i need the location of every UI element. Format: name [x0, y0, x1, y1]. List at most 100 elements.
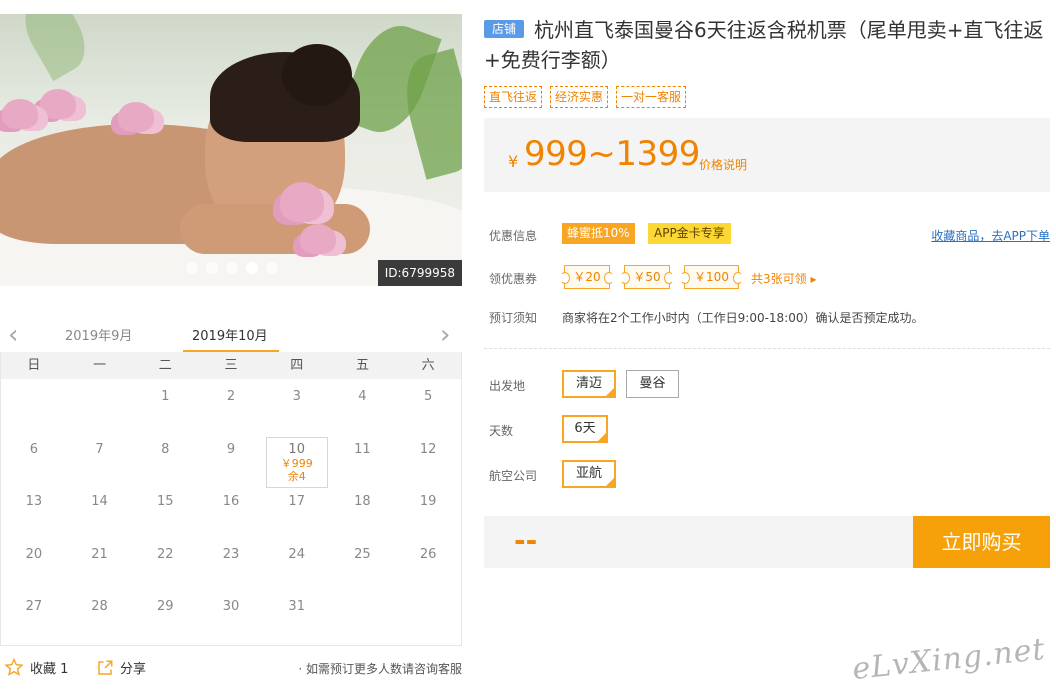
- weekday-header: 日: [27, 358, 41, 373]
- calendar-day-number: 23: [222, 546, 240, 562]
- section-divider: [484, 348, 1050, 349]
- calendar-day[interactable]: 13: [1, 484, 67, 537]
- departure-label: 出发地: [489, 379, 526, 393]
- airline-label: 航空公司: [489, 469, 538, 483]
- calendar-day-number: 2: [226, 389, 236, 404]
- share-button[interactable]: 分享: [96, 658, 146, 677]
- calendar-day[interactable]: 31: [264, 589, 330, 642]
- calendar-day[interactable]: 20: [1, 537, 67, 590]
- promo-label: 优惠信息: [489, 229, 538, 243]
- calendar-day[interactable]: 23: [198, 537, 264, 590]
- calendar-day[interactable]: 16: [198, 484, 264, 537]
- calendar-day[interactable]: 24: [264, 537, 330, 590]
- orchid-flower: [118, 102, 154, 132]
- price-range: 999~1399: [524, 134, 700, 174]
- calendar-day[interactable]: 6: [1, 432, 67, 485]
- calendar-day[interactable]: 21: [67, 537, 133, 590]
- favorite-button[interactable]: 收藏 1: [4, 658, 68, 677]
- consult-hint[interactable]: · 如需预订更多人数请咨询客服: [298, 660, 462, 677]
- model-arm: [180, 204, 370, 254]
- notice-text: 商家将在2个工作小时内（工作日9:00-18:00）确认是否预定成功。: [562, 311, 924, 325]
- calendar-day-number: 1: [161, 389, 170, 404]
- calendar-day[interactable]: 29: [132, 589, 198, 642]
- product-id-tag: ID:6799958: [377, 260, 462, 286]
- days-option-6[interactable]: 6天: [562, 415, 608, 443]
- favorite-label: 收藏 1: [30, 662, 69, 677]
- departure-option-chiangmai[interactable]: 清迈: [562, 370, 616, 398]
- calendar-day[interactable]: 12: [395, 432, 461, 485]
- calendar-day[interactable]: 22: [132, 537, 198, 590]
- share-label: 分享: [120, 662, 147, 677]
- purchase-bar: -- 立即购买: [484, 516, 1050, 568]
- calendar-day[interactable]: 4: [330, 379, 396, 432]
- weekday-header: 六: [421, 358, 435, 373]
- gallery-pagination: [186, 262, 278, 274]
- calendar-day[interactable]: 8: [132, 432, 198, 485]
- coupon-count-link[interactable]: 共3张可领 ▸: [751, 270, 816, 287]
- weekday-header: 四: [290, 358, 304, 373]
- departure-option-bangkok[interactable]: 曼谷: [626, 370, 679, 398]
- chevron-left-icon[interactable]: ‹: [8, 322, 18, 348]
- share-icon: [98, 660, 113, 675]
- calendar-day-number: 26: [419, 546, 437, 562]
- calendar-day[interactable]: 28: [67, 589, 133, 642]
- calendar-day[interactable]: 14: [67, 484, 133, 537]
- calendar-day[interactable]: 26: [395, 537, 461, 590]
- price-explain-link[interactable]: 价格说明: [699, 156, 747, 173]
- calendar-day[interactable]: 2: [198, 379, 264, 432]
- site-watermark: eLvXing.net: [850, 631, 1048, 688]
- calendar-day[interactable]: 7: [67, 432, 133, 485]
- calendar-day-number: 11: [354, 441, 371, 457]
- coupon-50[interactable]: ￥50: [620, 265, 674, 289]
- calendar-day-stock: 余4: [287, 469, 306, 483]
- gallery-dot[interactable]: [186, 262, 198, 274]
- product-tag: 经济实惠: [550, 86, 609, 108]
- calendar-day-number: 13: [25, 494, 43, 509]
- calendar-day-empty: [1, 379, 67, 432]
- calendar-day[interactable]: 25: [330, 537, 396, 590]
- calendar-day[interactable]: 5: [395, 379, 461, 432]
- product-image-gallery[interactable]: ID:6799958: [0, 14, 462, 286]
- calendar-day[interactable]: 18: [330, 484, 396, 537]
- coupon-20[interactable]: ￥20: [560, 265, 614, 289]
- calendar-day[interactable]: 3: [264, 379, 330, 432]
- calendar-day[interactable]: 11: [330, 432, 396, 485]
- calendar-day[interactable]: 27: [1, 589, 67, 642]
- orchid-flower: [40, 89, 76, 119]
- calendar-day-number: 9: [226, 441, 236, 457]
- tab-current-month[interactable]: 2019年10月: [192, 325, 268, 344]
- orchid-flower: [300, 224, 336, 254]
- chevron-right-icon[interactable]: ›: [440, 322, 450, 348]
- calendar-day[interactable]: 15: [132, 484, 198, 537]
- model-hair-bun: [282, 44, 352, 106]
- coupon-100[interactable]: ￥100: [680, 265, 743, 289]
- promo-badge-app-gold: APP金卡专享: [648, 223, 731, 244]
- calendar-day[interactable]: 19: [395, 484, 461, 537]
- calendar-day[interactable]: 17: [264, 484, 330, 537]
- gallery-dot[interactable]: [206, 262, 218, 274]
- calendar-weekday-row: 日一二三四五六: [1, 352, 461, 379]
- orchid-flower: [280, 182, 324, 222]
- airline-option-airasia[interactable]: 亚航: [562, 460, 616, 488]
- product-actions-bar: 收藏 1 分享 · 如需预订更多人数请咨询客服: [0, 656, 462, 682]
- gallery-dot-active[interactable]: [246, 262, 258, 274]
- gallery-dot[interactable]: [266, 262, 278, 274]
- collect-app-link[interactable]: 收藏商品，去APP下单: [931, 227, 1050, 244]
- calendar-day-selected[interactable]: 10 ￥999 余4: [265, 436, 328, 488]
- calendar-day-number: 8: [161, 441, 170, 457]
- calendar-day-empty: [67, 379, 133, 432]
- calendar-day-number: 30: [222, 599, 240, 614]
- price-box: ¥ 999~1399 价格说明: [484, 118, 1050, 192]
- calendar-day-empty: [395, 589, 461, 642]
- calendar-day-number: 10: [288, 441, 305, 457]
- gallery-dot[interactable]: [226, 262, 238, 274]
- notice-label: 预订须知: [489, 311, 538, 325]
- calendar-day[interactable]: 9: [198, 432, 264, 485]
- calendar-day[interactable]: 1: [132, 379, 198, 432]
- calendar-day-number: 25: [354, 546, 371, 562]
- tab-prev-month[interactable]: 2019年9月: [65, 325, 132, 344]
- calendar-day[interactable]: 30: [198, 589, 264, 642]
- buy-now-button[interactable]: 立即购买: [913, 516, 1050, 568]
- calendar-day-number: 4: [358, 389, 367, 404]
- orchid-flower: [2, 99, 38, 129]
